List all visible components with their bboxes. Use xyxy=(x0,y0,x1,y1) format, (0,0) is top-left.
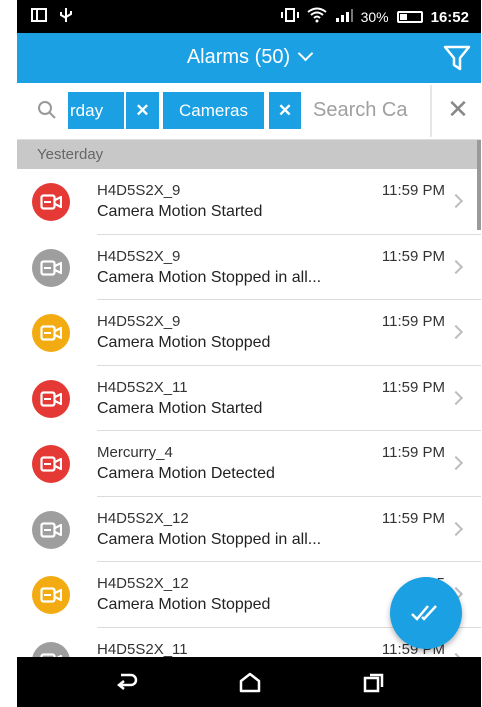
camera-icon xyxy=(40,325,62,341)
battery-icon xyxy=(396,11,423,23)
home-button[interactable] xyxy=(238,671,268,695)
status-time: 16:52 xyxy=(430,8,469,26)
chevron-right-icon xyxy=(448,193,464,209)
alarm-event: Camera Motion Detected xyxy=(97,465,275,482)
screen-icon xyxy=(31,7,47,27)
alarm-source: H4D5S2X_12 xyxy=(97,575,189,592)
chevron-right-icon xyxy=(448,259,464,274)
double-check-icon xyxy=(411,605,437,621)
alarm-time: 11:59 PM xyxy=(381,247,445,265)
alarm-event: Camera Motion Started xyxy=(97,399,263,417)
camera-icon xyxy=(40,259,62,276)
remove-chip-date-button[interactable]: ✕ xyxy=(126,92,159,129)
chevron-right-icon xyxy=(448,521,464,536)
chevron-right-icon xyxy=(448,324,464,340)
filter-bar: rday ✕ Cameras ✕ ✕ xyxy=(17,83,481,140)
clear-search-button[interactable]: ✕ xyxy=(443,94,473,124)
camera-icon xyxy=(40,456,62,472)
filter-icon xyxy=(443,45,471,71)
back-button[interactable] xyxy=(115,671,145,695)
divider xyxy=(430,85,432,137)
alarm-source: Mercurry_4 xyxy=(97,444,173,461)
chevron-right-icon xyxy=(448,455,464,471)
remove-chip-cameras-button[interactable]: ✕ xyxy=(269,92,301,129)
alarm-event: Camera Motion Stopped xyxy=(97,334,271,351)
camera-icon xyxy=(40,390,62,407)
app-bar: Alarms (50) xyxy=(17,33,481,83)
nav-bar xyxy=(17,657,481,707)
alarm-event: Camera Motion Stopped in all... xyxy=(97,268,322,286)
vibrate-icon xyxy=(280,7,299,27)
recents-icon xyxy=(363,673,384,693)
alarm-severity-badge xyxy=(32,510,70,549)
battery-percent: 30% xyxy=(360,9,389,25)
alarm-time: 11:59 PM xyxy=(381,378,445,396)
alarm-source: H4D5S2X_11 xyxy=(97,640,188,658)
search-icon xyxy=(38,101,56,119)
alarm-severity-badge xyxy=(32,314,70,352)
alarm-time: 11:59 PM xyxy=(381,182,445,199)
section-header: Yesterday xyxy=(17,140,481,169)
alarms-title-dropdown[interactable]: Alarms (50) xyxy=(17,45,481,69)
alarm-event: Camera Motion Stopped in all... xyxy=(97,530,322,548)
alarm-event: Camera Motion Stopped xyxy=(97,596,271,613)
filter-chip-date[interactable]: rday xyxy=(68,92,124,129)
filter-button[interactable] xyxy=(443,45,471,71)
alarm-row[interactable]: H4D5S2X_11 Camera Motion Started 11:59 PM xyxy=(17,366,481,431)
page-title: Alarms (50) xyxy=(186,46,291,68)
recents-button[interactable] xyxy=(362,671,392,695)
chevron-right-icon xyxy=(448,390,464,405)
alarm-row[interactable]: H4D5S2X_9 Camera Motion Stopped in all...… xyxy=(17,235,481,300)
alarm-time: 11:59 PM xyxy=(381,313,445,330)
alarm-severity-badge xyxy=(32,641,70,657)
status-bar: 30% 16:52 xyxy=(17,0,481,33)
back-icon xyxy=(116,673,138,690)
signal-icon xyxy=(335,8,353,26)
camera-icon xyxy=(40,521,62,538)
alarm-source: H4D5S2X_9 xyxy=(97,182,181,199)
alarm-time: 11:59 PM xyxy=(381,509,445,527)
alarm-severity-badge xyxy=(32,576,70,614)
alarm-source: H4D5S2X_9 xyxy=(97,313,181,330)
alarm-severity-badge xyxy=(32,445,70,483)
wifi-icon xyxy=(306,7,327,27)
filter-chip-cameras[interactable]: Cameras xyxy=(163,92,264,129)
alarm-row[interactable]: Mercurry_4 Camera Motion Detected 11:59 PM xyxy=(17,431,481,497)
app-screen: 30% 16:52 Alarms (50) rday ✕ Cameras ✕ ✕… xyxy=(17,0,481,707)
alarm-severity-badge xyxy=(32,248,70,287)
alarm-row[interactable]: H4D5S2X_9 Camera Motion Started 11:59 PM xyxy=(17,169,481,235)
camera-icon xyxy=(40,587,62,603)
alarm-severity-badge xyxy=(32,379,70,418)
usb-icon xyxy=(59,7,73,27)
chevron-down-icon xyxy=(297,45,314,62)
alarm-event: Camera Motion Started xyxy=(97,203,263,220)
alarm-severity-badge xyxy=(32,183,70,221)
alarm-row[interactable]: H4D5S2X_12 Camera Motion Stopped in all..… xyxy=(17,497,481,562)
alarm-source: H4D5S2X_9 xyxy=(97,247,181,265)
alarm-row[interactable]: H4D5S2X_9 Camera Motion Stopped 11:59 PM xyxy=(17,300,481,366)
home-icon xyxy=(239,672,261,693)
alarm-source: H4D5S2X_12 xyxy=(97,509,189,527)
camera-icon xyxy=(40,194,62,210)
alarm-time: 11:59 PM xyxy=(381,444,445,461)
acknowledge-all-button[interactable] xyxy=(390,577,462,649)
search-input[interactable] xyxy=(309,92,437,129)
alarm-source: H4D5S2X_11 xyxy=(97,378,188,396)
